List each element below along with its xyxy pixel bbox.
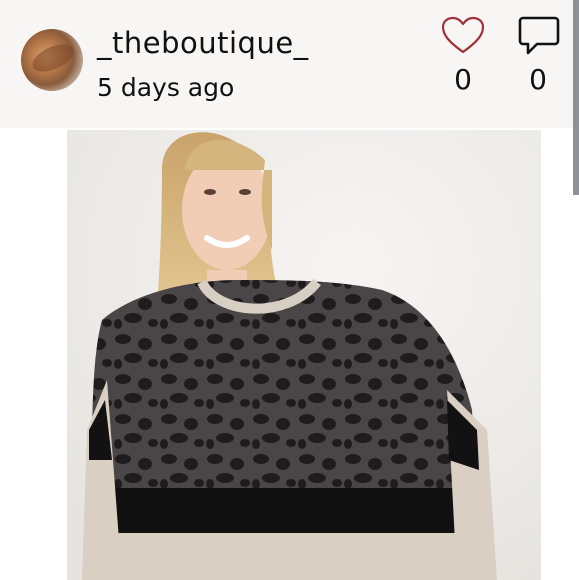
post-photo[interactable] [67,130,541,580]
avatar[interactable] [21,29,83,91]
comment-icon [518,16,560,55]
username[interactable]: _theboutique_ [97,26,309,60]
like-count: 0 [454,63,472,96]
post-header: _theboutique_ 5 days ago 0 0 [0,0,579,128]
post-timestamp: 5 days ago [97,73,235,102]
comment-count: 0 [529,63,547,96]
like-button[interactable] [441,16,485,56]
avatar-image-detail [28,38,78,78]
heart-icon [441,16,485,54]
scrollbar[interactable] [573,0,579,195]
comment-button[interactable] [517,14,561,58]
product-photo-illustration [67,130,541,580]
